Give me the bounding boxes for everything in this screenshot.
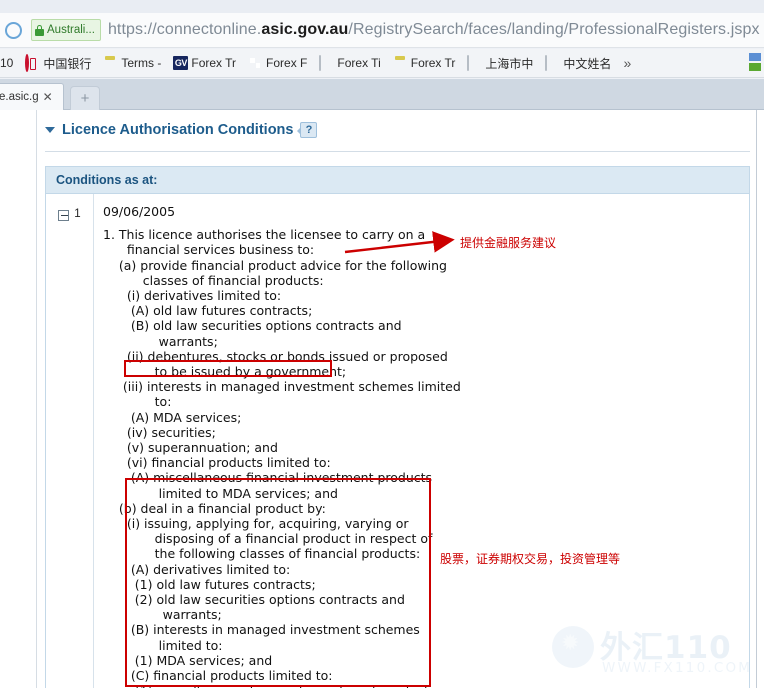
loading-ring-icon [5,21,22,39]
page-viewport: Licence Authorisation Conditions ? Condi… [0,110,764,688]
conditions-table-header: Conditions as at: [45,166,750,194]
tab-strip: e.asic.g ✕ + [0,79,764,110]
bookmark-item[interactable]: Forex Tr [387,49,462,77]
conditions-clause-text: 1. This licence authorises the licensee … [103,227,461,688]
document-icon [545,55,559,71]
url-subdomain: connectonline. [156,21,262,38]
url-path: /RegistrySearch/faces/landing/Profession… [348,21,760,38]
bookmark-item[interactable]: Forex Ti [313,49,386,77]
url-scheme: https:// [107,21,157,38]
chrome-top-strip [0,0,764,13]
annotation-advice: 提供金融服务建议 [460,236,557,250]
document-icon [319,55,333,71]
tab-title: e.asic.g [0,91,39,103]
bookmark-item[interactable]: 中国银行 [19,49,97,77]
bookmark-label: Forex Tr [191,56,237,70]
conditions-content: 09/06/2005 1. This licence authorises th… [94,194,751,688]
tab-asic[interactable]: e.asic.g ✕ [0,83,64,110]
conditions-table-body: 1 09/06/2005 1. This licence authorises … [45,194,750,688]
site-identity-label: Australi... [47,24,95,36]
collapse-icon[interactable] [58,210,70,221]
row-number: 1 [74,208,81,220]
new-tab-button[interactable]: + [70,86,100,110]
bookmarks-bar: 10 中国银行 Terms - GV Forex Tr Forex F Fore… [0,49,764,78]
column-header-conditions-as-at: Conditions as at: [56,173,158,187]
document-icon [467,55,481,71]
yellow-box-icon [103,56,117,70]
yellow-box-icon [393,56,407,70]
site-identity-chip[interactable]: Australi... [31,19,101,41]
corner-indicator-icon [749,53,761,73]
url-host: asic.gov.au [261,21,349,38]
bookmark-item[interactable]: Terms - [97,49,167,77]
address-bar-row: Australi... https://connectonline.asic.g… [0,13,764,48]
bank-of-china-icon [25,54,39,72]
help-icon[interactable]: ? [297,122,318,138]
bookmark-item[interactable]: 上海市中 [461,49,539,77]
annotation-dealing: 股票，证券期权交易，投资管理等 [440,552,621,566]
bookmark-label: Forex F [266,56,308,70]
page-title: Licence Authorisation Conditions [62,122,294,138]
section-header[interactable]: Licence Authorisation Conditions ? [45,122,318,138]
close-icon[interactable]: ✕ [43,91,53,103]
lock-icon [35,24,44,36]
bookmark-item[interactable]: 10 [0,49,19,77]
bookmark-item[interactable]: GV Forex Tr [167,49,242,77]
registry-search-page: Licence Authorisation Conditions ? Condi… [36,110,757,688]
bookmarks-overflow-button[interactable]: » [617,55,637,71]
bookmark-label: Terms - [121,56,162,70]
conditions-date: 09/06/2005 [103,204,176,219]
bookmark-label: Forex Tr [410,56,456,70]
bookmark-label: 中文姓名 [563,56,612,71]
section-divider [45,151,750,152]
green-chart-icon [248,56,262,70]
bookmark-label: Forex Ti [337,56,381,70]
address-bar-url[interactable]: https://connectonline.asic.gov.au/Regist… [108,21,760,39]
browser-chrome: Australi... https://connectonline.asic.g… [0,0,764,110]
chevron-down-icon[interactable] [45,127,55,133]
bookmark-item[interactable]: 中文姓名 [539,49,617,77]
gv-icon: GV [173,56,189,70]
page-left-gutter [0,110,36,688]
row-expander-cell[interactable]: 1 [46,194,94,688]
bookmark-label: 上海市中 [485,56,534,71]
bookmark-item[interactable]: Forex F [242,49,313,77]
bookmark-label: 中国银行 [43,56,92,71]
bookmark-label: 10 [0,56,14,70]
